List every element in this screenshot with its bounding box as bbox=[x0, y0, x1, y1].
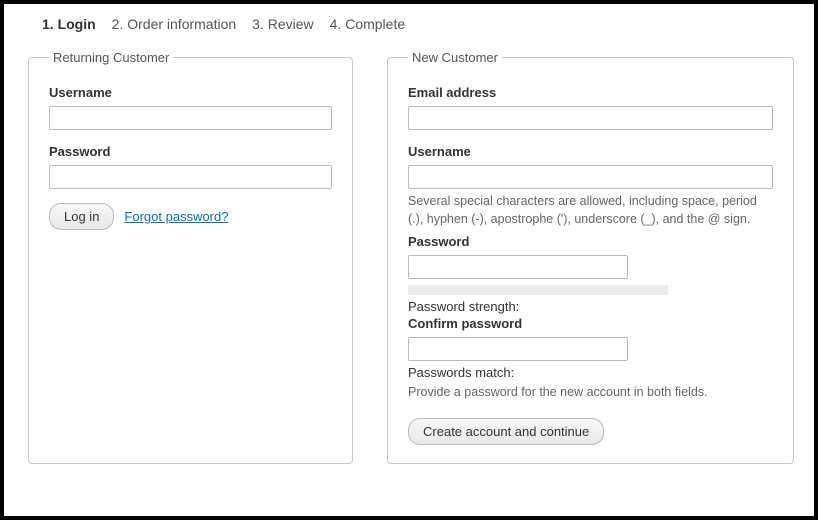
returning-customer-fieldset: Returning Customer Username Password Log… bbox=[28, 50, 353, 464]
step-complete: 4. Complete bbox=[330, 16, 405, 32]
new-password-input[interactable] bbox=[408, 255, 628, 279]
confirm-password-input[interactable] bbox=[408, 337, 628, 361]
new-password-label: Password bbox=[408, 234, 773, 249]
new-username-label: Username bbox=[408, 144, 773, 159]
checkout-steps: 1. Login 2. Order information 3. Review … bbox=[42, 16, 794, 32]
create-account-button[interactable]: Create account and continue bbox=[408, 418, 604, 445]
forgot-password-link[interactable]: Forgot password? bbox=[124, 209, 228, 224]
email-input[interactable] bbox=[408, 106, 773, 130]
password-strength-bar bbox=[408, 285, 668, 295]
email-label: Email address bbox=[408, 85, 773, 100]
returning-customer-legend: Returning Customer bbox=[49, 50, 173, 65]
step-order-information: 2. Order information bbox=[112, 16, 237, 32]
new-username-input[interactable] bbox=[408, 165, 773, 189]
new-customer-fieldset: New Customer Email address Username Seve… bbox=[387, 50, 794, 464]
returning-password-label: Password bbox=[49, 144, 332, 159]
username-hint: Several special characters are allowed, … bbox=[408, 193, 773, 228]
password-strength-label: Password strength: bbox=[408, 299, 773, 314]
step-review: 3. Review bbox=[252, 16, 313, 32]
passwords-match-label: Passwords match: bbox=[408, 365, 773, 380]
returning-username-label: Username bbox=[49, 85, 332, 100]
new-customer-legend: New Customer bbox=[408, 50, 502, 65]
login-button[interactable]: Log in bbox=[49, 203, 114, 230]
step-login: 1. Login bbox=[42, 16, 96, 32]
returning-username-input[interactable] bbox=[49, 106, 332, 130]
password-hint: Provide a password for the new account i… bbox=[408, 384, 773, 402]
confirm-password-label: Confirm password bbox=[408, 316, 773, 331]
returning-password-input[interactable] bbox=[49, 165, 332, 189]
